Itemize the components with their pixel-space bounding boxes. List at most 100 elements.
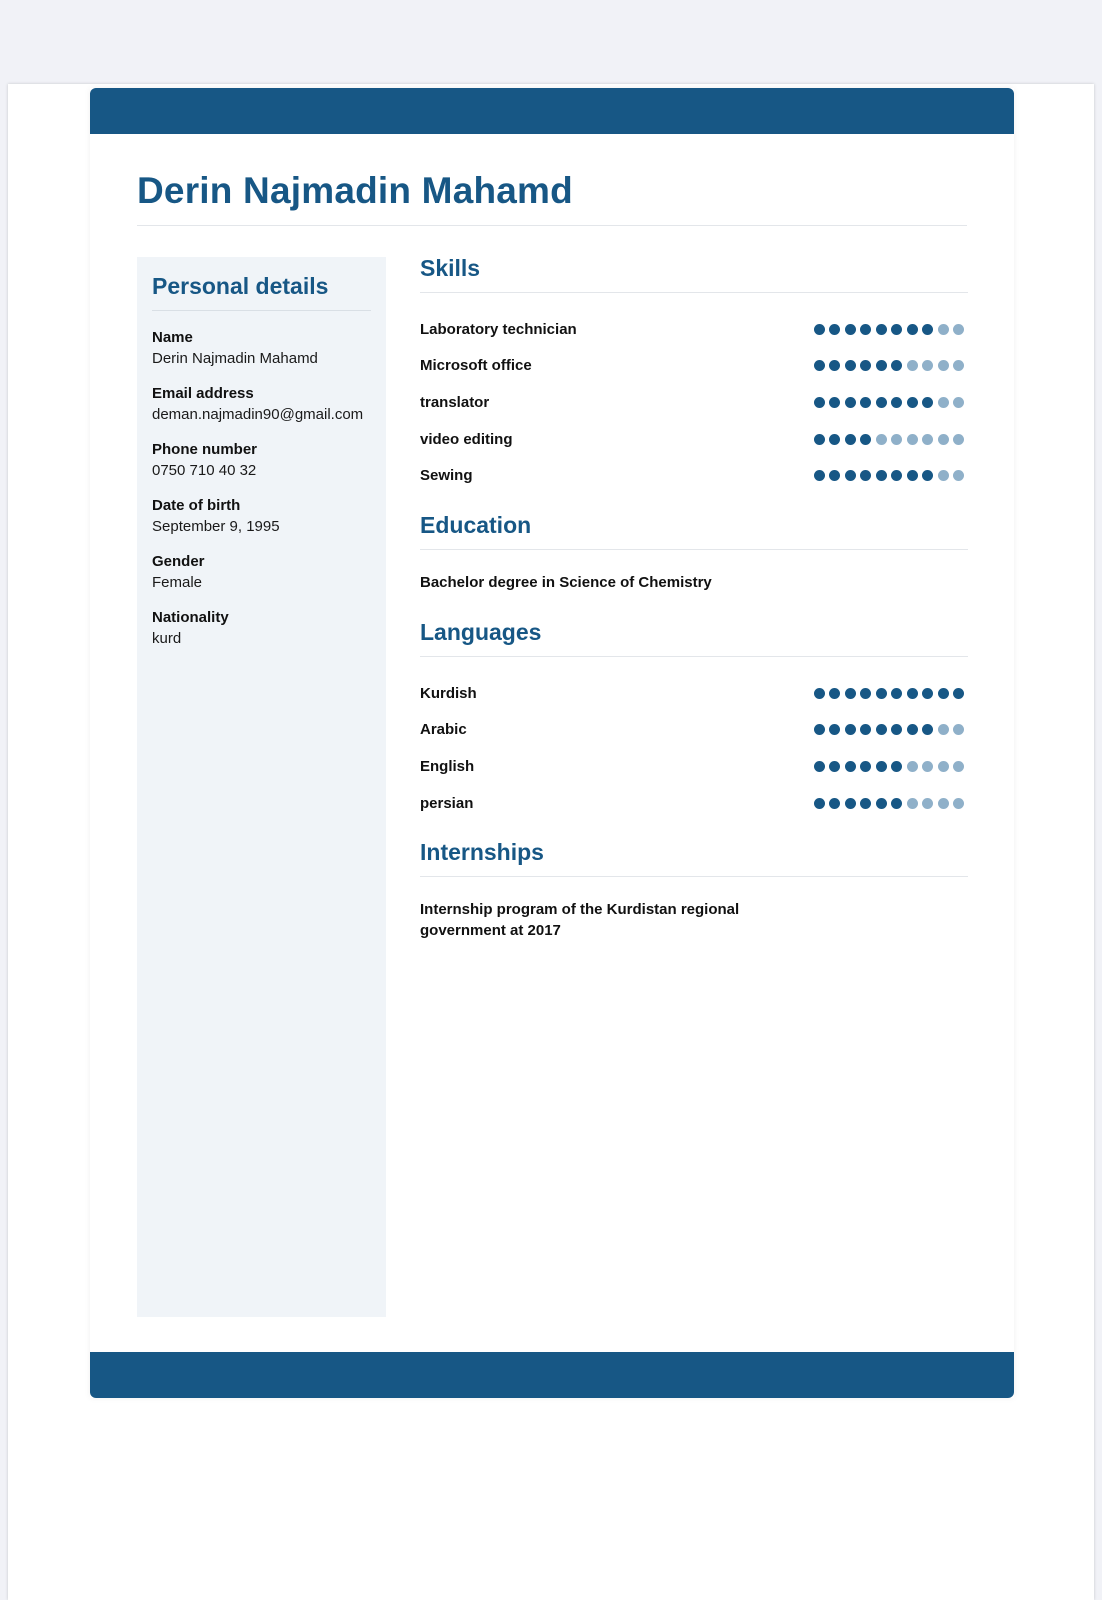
- skill-rating: [813, 396, 964, 408]
- rating-dot-filled: [922, 687, 933, 699]
- skill-row: translator: [420, 384, 968, 421]
- rating-dot-filled: [844, 470, 856, 482]
- language-label: Arabic: [420, 721, 467, 739]
- rating-dot-filled: [953, 687, 964, 699]
- rating-dot-filled: [860, 360, 871, 372]
- rating-dot-filled: [813, 360, 825, 372]
- rating-dot-filled: [844, 724, 856, 736]
- rating-dot-filled: [860, 470, 871, 482]
- education-entry: Bachelor degree in Science of Chemistry: [420, 573, 712, 591]
- rating-dot-empty: [937, 360, 949, 372]
- language-row: Kurdish: [420, 675, 968, 712]
- rating-dot-filled: [906, 724, 918, 736]
- internship-entry: Internship program of the Kurdistan regi…: [420, 901, 740, 940]
- rating-dot-filled: [813, 396, 825, 408]
- rating-dot-filled: [844, 360, 856, 372]
- detail-label: Gender: [152, 553, 205, 570]
- rating-dot-filled: [891, 760, 902, 772]
- rating-dot-filled: [860, 687, 871, 699]
- rating-dot-empty: [906, 433, 918, 445]
- rating-dot-empty: [953, 396, 964, 408]
- skill-label: video editing: [420, 430, 513, 448]
- languages-title: Languages: [420, 619, 968, 657]
- language-rating: [813, 687, 964, 699]
- skills-title: Skills: [420, 255, 968, 293]
- rating-dot-filled: [891, 724, 902, 736]
- skill-rating: [813, 433, 964, 445]
- internships-section: Internships Internship program of the Ku…: [420, 839, 968, 967]
- detail-value: Female: [152, 574, 203, 591]
- language-label: persian: [420, 794, 474, 812]
- document-page: Derin Najmadin Mahamd Personal details N…: [8, 84, 1094, 1600]
- rating-dot-filled: [860, 724, 871, 736]
- rating-dot-filled: [922, 470, 933, 482]
- rating-dot-filled: [875, 724, 887, 736]
- personal-details-title: Personal details: [152, 273, 371, 311]
- rating-dot-filled: [829, 687, 840, 699]
- rating-dot-filled: [829, 724, 840, 736]
- rating-dot-filled: [844, 760, 856, 772]
- rating-dot-filled: [829, 470, 840, 482]
- rating-dot-filled: [860, 433, 871, 445]
- resume-sheet: Derin Najmadin Mahamd Personal details N…: [90, 88, 1014, 1398]
- internships-title: Internships: [420, 839, 968, 878]
- rating-dot-filled: [860, 323, 871, 335]
- rating-dot-filled: [813, 687, 825, 699]
- rating-dot-filled: [937, 687, 949, 699]
- resume-name: Derin Najmadin Mahamd: [137, 170, 573, 211]
- rating-dot-empty: [922, 797, 933, 809]
- rating-dot-filled: [875, 760, 887, 772]
- rating-dot-filled: [906, 396, 918, 408]
- detail-gender: Gender Female: [152, 551, 371, 593]
- skill-label: Laboratory technician: [420, 320, 577, 338]
- rating-dot-empty: [937, 396, 949, 408]
- languages-list: Kurdish Arabic English persian: [420, 657, 968, 839]
- rating-dot-filled: [891, 797, 902, 809]
- skill-label: Microsoft office: [420, 357, 532, 375]
- language-rating: [813, 797, 964, 809]
- rating-dot-filled: [891, 323, 902, 335]
- skill-label: Sewing: [420, 467, 473, 485]
- detail-value: deman.najmadin90@gmail.com: [152, 406, 364, 423]
- rating-dot-empty: [906, 360, 918, 372]
- rating-dot-filled: [860, 797, 871, 809]
- rating-dot-filled: [844, 433, 856, 445]
- skill-row: Laboratory technician: [420, 311, 968, 348]
- rating-dot-filled: [829, 433, 840, 445]
- detail-name: Name Derin Najmadin Mahamd: [152, 327, 371, 369]
- rating-dot-empty: [937, 760, 949, 772]
- detail-label: Date of birth: [152, 497, 241, 514]
- name-divider: [137, 225, 967, 226]
- skills-list: Laboratory technician Microsoft office t…: [420, 293, 968, 512]
- rating-dot-filled: [860, 760, 871, 772]
- rating-dot-empty: [937, 433, 949, 445]
- rating-dot-empty: [953, 360, 964, 372]
- rating-dot-empty: [906, 760, 918, 772]
- rating-dot-filled: [875, 470, 887, 482]
- rating-dot-empty: [906, 797, 918, 809]
- rating-dot-empty: [953, 433, 964, 445]
- language-label: English: [420, 757, 475, 775]
- rating-dot-filled: [829, 797, 840, 809]
- personal-details-list: Name Derin Najmadin Mahamd Email address…: [152, 327, 371, 649]
- rating-dot-filled: [891, 396, 902, 408]
- rating-dot-filled: [844, 396, 856, 408]
- skill-row: Sewing: [420, 457, 968, 494]
- rating-dot-filled: [813, 433, 825, 445]
- detail-label: Email address: [152, 385, 254, 402]
- rating-dot-filled: [813, 470, 825, 482]
- language-row: Arabic: [420, 712, 968, 749]
- rating-dot-filled: [906, 470, 918, 482]
- rating-dot-filled: [875, 687, 887, 699]
- skill-row: Microsoft office: [420, 348, 968, 385]
- resume-main: Skills Laboratory technician Microsoft o…: [420, 255, 968, 967]
- rating-dot-filled: [829, 323, 840, 335]
- rating-dot-filled: [922, 724, 933, 736]
- rating-dot-empty: [953, 470, 964, 482]
- rating-dot-empty: [937, 470, 949, 482]
- rating-dot-empty: [937, 323, 949, 335]
- detail-label: Nationality: [152, 609, 229, 626]
- footer-band: [90, 1352, 1014, 1398]
- rating-dot-filled: [844, 687, 856, 699]
- rating-dot-filled: [875, 797, 887, 809]
